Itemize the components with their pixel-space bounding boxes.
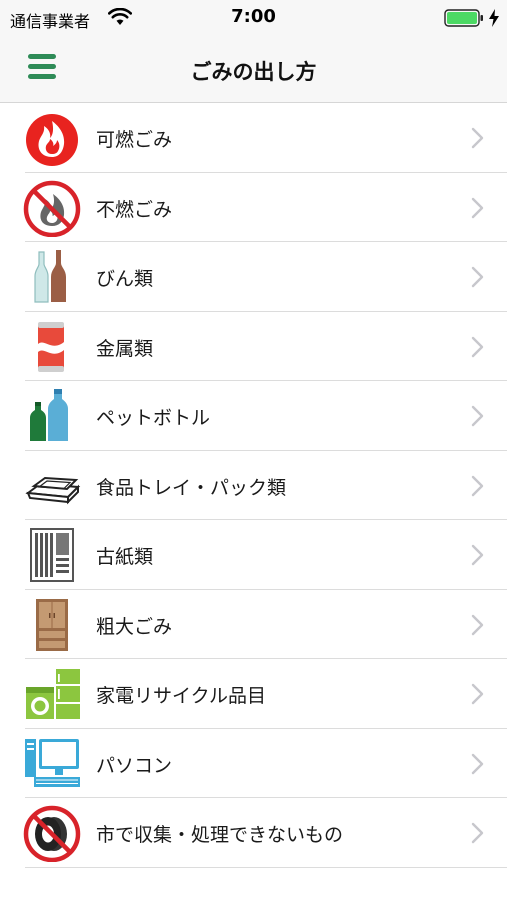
chevron-right-icon: [470, 683, 484, 705]
list-item-personal-computer[interactable]: パソコン: [0, 729, 507, 799]
list-item-pet-bottles[interactable]: ペットボトル: [0, 381, 507, 451]
list-item-label: 不燃ごみ: [96, 198, 173, 221]
list-item-food-trays[interactable]: 食品トレイ・パック類: [0, 451, 507, 521]
list-item-glass-bottles[interactable]: びん類: [0, 242, 507, 312]
list-item-label: ペットボトル: [96, 407, 211, 429]
chevron-right-icon: [470, 544, 484, 566]
no-burn-icon: [22, 179, 82, 237]
chevron-right-icon: [470, 197, 484, 219]
status-bar: 通信事業者 7:00: [0, 0, 507, 36]
list-item-not-collectable[interactable]: 市で収集・処理できないもの: [0, 798, 507, 868]
list-item-label: パソコン: [96, 754, 173, 777]
list-item-metal[interactable]: 金属類: [0, 312, 507, 382]
list-item-label: 家電リサイクル品目: [96, 685, 267, 707]
chevron-right-icon: [470, 614, 484, 636]
charging-bolt-icon: [488, 8, 500, 28]
bottles-icon: [22, 248, 82, 306]
flame-icon: [22, 109, 82, 167]
list-item-waste-paper[interactable]: 古紙類: [0, 520, 507, 590]
chevron-right-icon: [470, 336, 484, 358]
chevron-right-icon: [470, 405, 484, 427]
chevron-right-icon: [470, 475, 484, 497]
computer-icon: [22, 735, 82, 793]
navigation-bar: ごみの出し方: [0, 36, 507, 103]
list-item-label: 食品トレイ・パック類: [96, 476, 287, 499]
list-item-label: 粗大ごみ: [96, 615, 173, 638]
list-item-oversized[interactable]: 粗大ごみ: [0, 590, 507, 660]
chevron-right-icon: [470, 822, 484, 844]
appliances-icon: [22, 665, 82, 723]
list-item-label: びん類: [96, 268, 154, 290]
list-item-non-burnable[interactable]: 不燃ごみ: [0, 173, 507, 243]
battery-icon: [444, 9, 484, 27]
list-item-label: 市で収集・処理できないもの: [96, 824, 344, 846]
page-title: ごみの出し方: [190, 60, 317, 84]
list-item-burnable[interactable]: 可燃ごみ: [0, 103, 507, 173]
list-item-appliance-recycling[interactable]: 家電リサイクル品目: [0, 659, 507, 729]
garbage-category-list: 可燃ごみ 不燃ごみ びん類 金属類 ペットボトル 食品トレイ・パック類 古紙類 …: [0, 103, 507, 868]
list-item-label: 金属類: [96, 337, 154, 360]
clock: 7:00: [231, 6, 276, 27]
food-tray-icon: [22, 457, 82, 515]
cabinet-icon: [22, 596, 82, 654]
can-icon: [22, 318, 82, 376]
chevron-right-icon: [470, 266, 484, 288]
paper-stack-icon: [22, 526, 82, 584]
list-item-label: 可燃ごみ: [96, 129, 173, 151]
pet-bottle-icon: [22, 387, 82, 445]
no-tire-icon: [22, 804, 82, 862]
chevron-right-icon: [470, 127, 484, 149]
chevron-right-icon: [470, 753, 484, 775]
list-item-label: 古紙類: [96, 546, 154, 568]
